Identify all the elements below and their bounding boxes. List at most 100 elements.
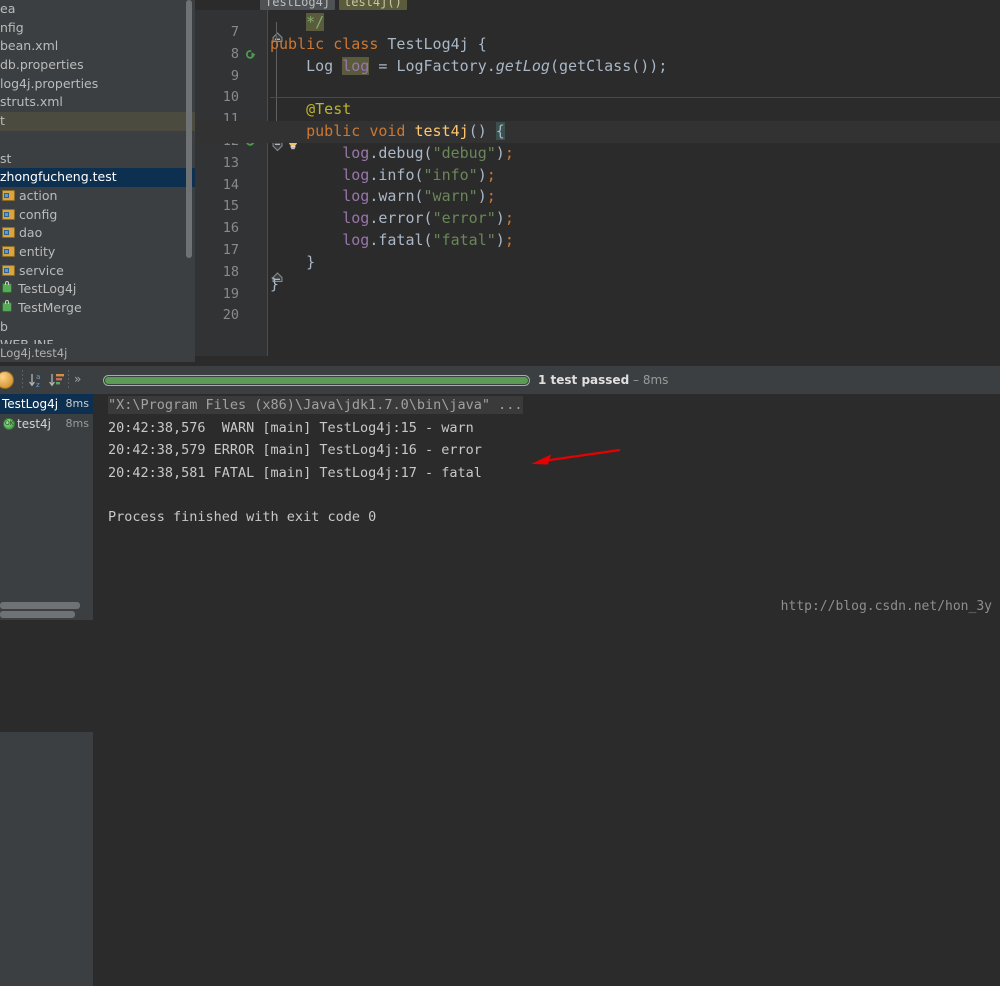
code-token: ) (477, 187, 487, 206)
code-token: void (369, 122, 415, 140)
code-token: @Test (306, 100, 352, 119)
tree-item-ea[interactable]: ea (0, 0, 195, 19)
code-token: "error" (432, 209, 496, 228)
test-tree-hscrollbar[interactable] (0, 602, 80, 609)
code-line[interactable]: Log log = LogFactory.getLog(getClass()); (195, 56, 1000, 78)
tree-item-log4j-properties[interactable]: log4j.properties (0, 75, 195, 94)
test-tree-background (0, 732, 93, 986)
tree-item-label: bean.xml (0, 38, 59, 54)
tree-item-t[interactable]: t (0, 112, 195, 131)
test-tree-row-testlog4j[interactable]: TestLog4j 8ms (0, 394, 93, 414)
code-line-text: @Test (195, 99, 351, 121)
project-tree-panel[interactable]: ea nfig bean.xml db.properties log4j.propert… (0, 0, 195, 362)
console-log-line: 20:42:38,576 WARN [main] TestLog4j:15 - … (108, 419, 474, 436)
code-line[interactable]: public class TestLog4j { (195, 34, 1000, 56)
toolbar-separator-2 (68, 370, 69, 390)
tree-item-testmerge[interactable]: TestMerge (0, 299, 195, 318)
tree-item-st[interactable]: st (0, 150, 195, 169)
tree-item-config[interactable]: config (0, 206, 195, 225)
code-line[interactable]: log.warn("warn"); (195, 186, 1000, 208)
code-token: { (495, 122, 505, 140)
tree-item-action[interactable]: action (0, 187, 195, 206)
tree-item-b[interactable]: b (0, 318, 195, 337)
code-line[interactable]: log.error("error"); (195, 208, 1000, 230)
tree-item-testlog4j[interactable]: TestLog4j (0, 280, 195, 299)
code-line[interactable]: log.info("info"); (195, 165, 1000, 187)
code-token: ) (495, 209, 505, 228)
sort-alphabetically-icon[interactable]: a z (28, 371, 46, 389)
tree-item-label: t (0, 113, 5, 129)
code-token: ; (504, 209, 514, 228)
code-line-text: log.debug("debug"); (195, 143, 514, 165)
folder-icon (2, 227, 15, 239)
tree-item-bean-xml[interactable]: bean.xml (0, 37, 195, 56)
run-configuration-icon[interactable] (0, 371, 14, 389)
breadcrumb-item-1[interactable]: test4j() (339, 0, 407, 10)
tree-item-service[interactable]: service (0, 262, 195, 281)
code-token: "debug" (432, 143, 496, 162)
code-token: ; (486, 187, 496, 206)
code-editor[interactable]: TestLog4jtest4j() 7891011121314151617181… (195, 0, 1000, 362)
code-line-text: log.error("error"); (195, 208, 514, 230)
code-token: ) (477, 165, 487, 184)
breadcrumb-item-0[interactable]: TestLog4j (260, 0, 336, 10)
test-results-tree[interactable]: TestLog4j 8ms OK test4j 8ms (0, 394, 93, 620)
code-line[interactable]: log.fatal("fatal"); (195, 230, 1000, 252)
svg-text:a: a (36, 373, 40, 381)
tree-item-nfig[interactable]: nfig (0, 19, 195, 38)
code-line[interactable]: @Test (195, 99, 1000, 121)
code-line-text: public void test4j() { (195, 121, 505, 143)
sort-by-duration-icon[interactable] (48, 371, 66, 389)
code-token: log (342, 143, 370, 162)
tree-item-blank[interactable] (0, 131, 195, 150)
tree-item-label: log4j.properties (0, 75, 99, 91)
folder-icon (2, 264, 15, 276)
project-tree-hscrollbar[interactable] (0, 611, 75, 618)
code-line[interactable]: } (195, 252, 1000, 274)
code-token: (getClass()) (549, 56, 659, 75)
code-token: ; (504, 143, 514, 162)
project-tree-list[interactable]: ea nfig bean.xml db.properties log4j.propert… (0, 0, 195, 355)
tree-item-entity[interactable]: entity (0, 243, 195, 262)
project-tree-scrollbar-thumb[interactable] (186, 0, 192, 258)
run-toolbar[interactable]: a z » 1 test passed – 8ms (0, 366, 1000, 394)
test-progress-bar (103, 375, 530, 386)
tree-item-db-properties[interactable]: db.properties (0, 56, 195, 75)
code-token: ) (495, 231, 505, 249)
console-output[interactable]: "X:\Program Files (x86)\Java\jdk1.7.0\bi… (95, 394, 1000, 620)
code-token: log (342, 231, 370, 249)
tree-item-label: b (0, 318, 8, 334)
test-status-separator: – (629, 373, 643, 387)
tree-item-label: ea (0, 1, 16, 16)
code-line[interactable] (195, 295, 1000, 317)
test-duration-label: 8ms (65, 417, 89, 430)
code-line-text: log.fatal("fatal"); (195, 230, 514, 252)
tree-item-label: TestLog4j (18, 281, 77, 297)
code-token: log (342, 165, 370, 184)
code-token: } (270, 274, 280, 293)
code-line[interactable]: log.debug("debug"); (195, 143, 1000, 165)
tree-item-struts-xml[interactable]: struts.xml (0, 93, 195, 112)
code-line[interactable]: */ (195, 12, 1000, 34)
code-token: class (333, 34, 388, 53)
svg-text:z: z (36, 381, 40, 389)
code-line[interactable]: public void test4j() { (195, 121, 1000, 143)
test-duration-label: 8ms (65, 397, 89, 410)
code-line[interactable] (195, 77, 1000, 99)
breadcrumb[interactable]: TestLog4j test4j() (260, 0, 411, 10)
test-tree-row-test4j[interactable]: OK test4j 8ms (0, 414, 93, 434)
test-name-label: test4j (17, 417, 52, 431)
tree-item-dao[interactable]: dao (0, 224, 195, 243)
watermark-url: http://blog.csdn.net/hon_3y (780, 599, 992, 614)
code-token: = (369, 56, 397, 75)
console-log-line: Process finished with exit code 0 (108, 509, 377, 525)
tree-item-zhongfucheng-test[interactable]: zhongfucheng.test (0, 168, 195, 187)
expand-more-icon[interactable]: » (74, 372, 81, 386)
tree-item-label: struts.xml (0, 94, 63, 110)
folder-icon (2, 245, 15, 257)
code-token: ; (658, 56, 668, 75)
code-line[interactable]: } (195, 274, 1000, 296)
